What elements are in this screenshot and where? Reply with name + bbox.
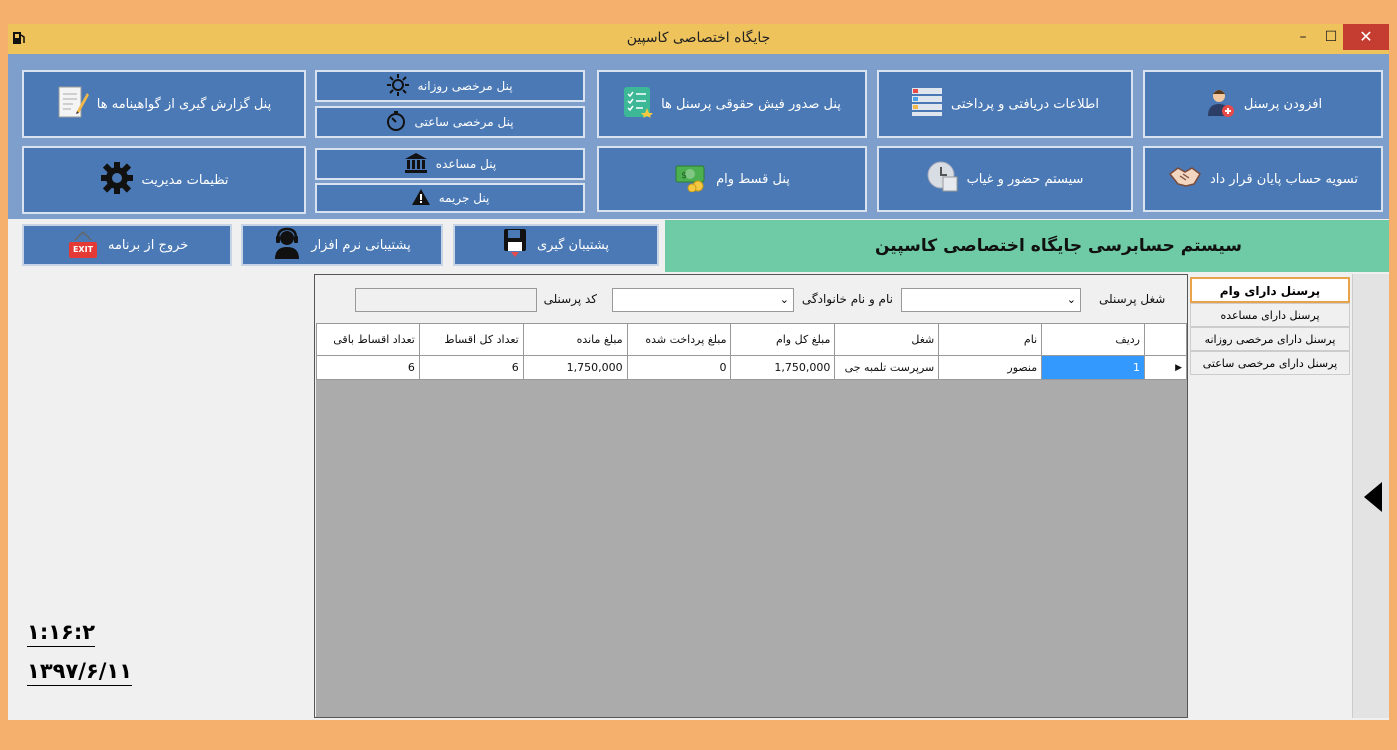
side-collapse-strip[interactable] [1352, 274, 1389, 718]
add-user-icon [1204, 86, 1236, 122]
bank-icon [404, 152, 428, 177]
cell-remaining[interactable]: 1,750,000 [522, 355, 628, 380]
attendance-tile[interactable]: سیستم حضور و غیاب [877, 146, 1133, 212]
hourly-leave-tile[interactable]: پنل مرخصی ساعتی [315, 106, 585, 138]
svg-text:$: $ [681, 171, 687, 181]
add-personnel-label: افزودن پرسنل [1243, 96, 1323, 112]
title-bar: جایگاه اختصاصی کاسپین – ☐ ✕ [8, 24, 1389, 54]
col-row[interactable]: ردیف [1041, 323, 1145, 356]
cell-name[interactable]: منصور [938, 355, 1043, 380]
exit-button[interactable]: EXIT خروج از برنامه [22, 224, 232, 266]
col-total-loan[interactable]: مبلغ کل وام [730, 323, 836, 356]
code-filter-label: کد پرسنلی [543, 292, 597, 306]
daily-leave-tile[interactable]: پنل مرخصی روزانه [315, 70, 585, 102]
name-filter-label: نام و نام خانوادگی [801, 292, 893, 306]
admin-settings-tile[interactable]: تظیمات مدیریت [22, 146, 306, 214]
warning-icon [411, 188, 431, 209]
clock-date: ۱۳۹۷/۶/۱۱ [27, 659, 133, 686]
add-personnel-tile[interactable]: افزودن پرسنل [1143, 70, 1383, 138]
daily-leave-label: پنل مرخصی روزانه [417, 79, 513, 93]
contract-settlement-tile[interactable]: تسویه حساب پایان قرار داد [1143, 146, 1383, 212]
loans-grid: تعداد اقساط باقی تعداد کل اقساط مبلغ مان… [316, 323, 1188, 717]
window-title: جایگاه اختصاصی کاسپین [626, 30, 771, 46]
assistance-label: پنل مساعده [435, 157, 497, 171]
tab-personnel-with-loan[interactable]: پرسنل دارای وام [1190, 277, 1350, 303]
job-filter-select[interactable]: ⌄ [901, 288, 1081, 312]
tiles-panel: افزودن پرسنل اطلاعات دریافتی و پرداختی پ… [8, 54, 1389, 219]
timer-icon [386, 110, 406, 134]
table-header-row: تعداد اقساط باقی تعداد کل اقساط مبلغ مان… [316, 323, 1188, 356]
client-area: افزودن پرسنل اطلاعات دریافتی و پرداختی پ… [8, 54, 1389, 720]
col-paid[interactable]: مبلغ پرداخت شده [626, 323, 732, 356]
penalty-tile[interactable]: پنل جریمه [315, 183, 585, 213]
filter-bar: شغل پرسنلی ⌄ نام و نام خانوادگی ⌄ کد پرس… [315, 275, 1187, 323]
handshake-icon [1168, 164, 1202, 194]
row-pointer-icon: ▶ [1143, 355, 1188, 380]
chevron-down-icon: ⌄ [779, 293, 789, 306]
col-remaining-installments[interactable]: تعداد اقساط باقی [316, 323, 420, 356]
loans-table: تعداد اقساط باقی تعداد کل اقساط مبلغ مان… [316, 323, 1188, 380]
support-label: پشتیبانی نرم افزار [311, 237, 411, 253]
col-job[interactable]: شغل [834, 323, 940, 356]
document-edit-icon [57, 85, 89, 123]
loan-installment-tile[interactable]: پنل قسط وام $ [597, 146, 867, 212]
main-window: جایگاه اختصاصی کاسپین – ☐ ✕ افزودن پرسنل… [0, 0, 1397, 750]
clock-panel: ۱:۱۶:۲ ۱۳۹۷/۶/۱۱ [8, 274, 314, 720]
maximize-button[interactable]: ☐ [1318, 24, 1344, 50]
system-title-banner: سیستم حسابرسی جایگاه اختصاصی کاسپین [665, 220, 1389, 272]
name-filter-select[interactable]: ⌄ [612, 288, 794, 312]
cell-total-loan[interactable]: 1,750,000 [730, 355, 836, 380]
assistance-tile[interactable]: پنل مساعده [315, 148, 585, 180]
gear-icon [100, 161, 134, 199]
backup-button[interactable]: پشتیبان گیری [453, 224, 659, 266]
cell-job[interactable]: سرپرست تلمبه جی [834, 355, 940, 380]
certificate-report-label: پنل گزارش گیری از گواهینامه ها [96, 96, 272, 112]
loans-panel: شغل پرسنلی ⌄ نام و نام خانوادگی ⌄ کد پرس… [314, 274, 1188, 718]
attendance-label: سیستم حضور و غیاب [966, 171, 1084, 187]
payments-info-label: اطلاعات دریافتی و پرداختی [951, 96, 1099, 112]
support-button[interactable]: پشتیبانی نرم افزار [241, 224, 443, 266]
sun-icon [387, 73, 410, 99]
payslip-panel-label: پنل صدور فیش حقوقی پرسنل ها [661, 96, 841, 112]
job-filter-label: شغل پرسنلی [1099, 292, 1166, 306]
col-name[interactable]: نام [938, 323, 1043, 356]
table-row[interactable]: 6 6 1,750,000 0 1,750,000 سرپرست تلمبه ج… [316, 355, 1188, 380]
col-total-installments[interactable]: تعداد کل اقساط [418, 323, 524, 356]
backup-label: پشتیبان گیری [536, 237, 610, 253]
col-remaining[interactable]: مبلغ مانده [522, 323, 628, 356]
admin-settings-label: تظیمات مدیریت [141, 172, 229, 188]
loan-installment-label: پنل قسط وام [716, 171, 790, 187]
code-filter-input[interactable] [355, 288, 537, 312]
cell-row[interactable]: 1 [1041, 355, 1145, 380]
tab-personnel-hourly-leave[interactable]: پرسنل دارای مرخصی ساعتی [1190, 351, 1350, 375]
side-tabs-panel: پرسنل دارای وام پرسنل دارای مساعده پرسنل… [1188, 274, 1352, 718]
tab-personnel-daily-leave[interactable]: پرسنل دارای مرخصی روزانه [1190, 327, 1350, 351]
cell-remaining-installments[interactable]: 6 [316, 355, 420, 380]
exit-label: خروج از برنامه [108, 238, 189, 253]
checklist-icon [623, 86, 654, 122]
payslip-panel-tile[interactable]: پنل صدور فیش حقوقی پرسنل ها [597, 70, 867, 138]
clock-icon [927, 161, 959, 197]
exit-badge-text: EXIT [72, 245, 94, 254]
certificate-report-tile[interactable]: پنل گزارش گیری از گواهینامه ها [22, 70, 306, 138]
minimize-button[interactable]: – [1290, 24, 1316, 50]
money-icon: $ [674, 162, 708, 196]
floppy-disk-icon [503, 228, 527, 262]
contract-settlement-label: تسویه حساب پایان قرار داد [1209, 171, 1359, 187]
headset-icon [273, 227, 301, 263]
cell-total-installments[interactable]: 6 [418, 355, 524, 380]
payments-info-tile[interactable]: اطلاعات دریافتی و پرداختی [877, 70, 1133, 138]
list-icon [911, 87, 943, 121]
penalty-label: پنل جریمه [438, 191, 490, 205]
hourly-leave-label: پنل مرخصی ساعتی [414, 115, 514, 129]
chevron-down-icon: ⌄ [1066, 293, 1076, 306]
arrow-left-icon[interactable] [1363, 481, 1383, 517]
cell-paid[interactable]: 0 [626, 355, 732, 380]
clock-time: ۱:۱۶:۲ [27, 620, 96, 647]
close-button[interactable]: ✕ [1343, 24, 1389, 50]
tab-personnel-with-assistance[interactable]: پرسنل دارای مساعده [1190, 303, 1350, 327]
row-header-corner [1143, 323, 1188, 356]
